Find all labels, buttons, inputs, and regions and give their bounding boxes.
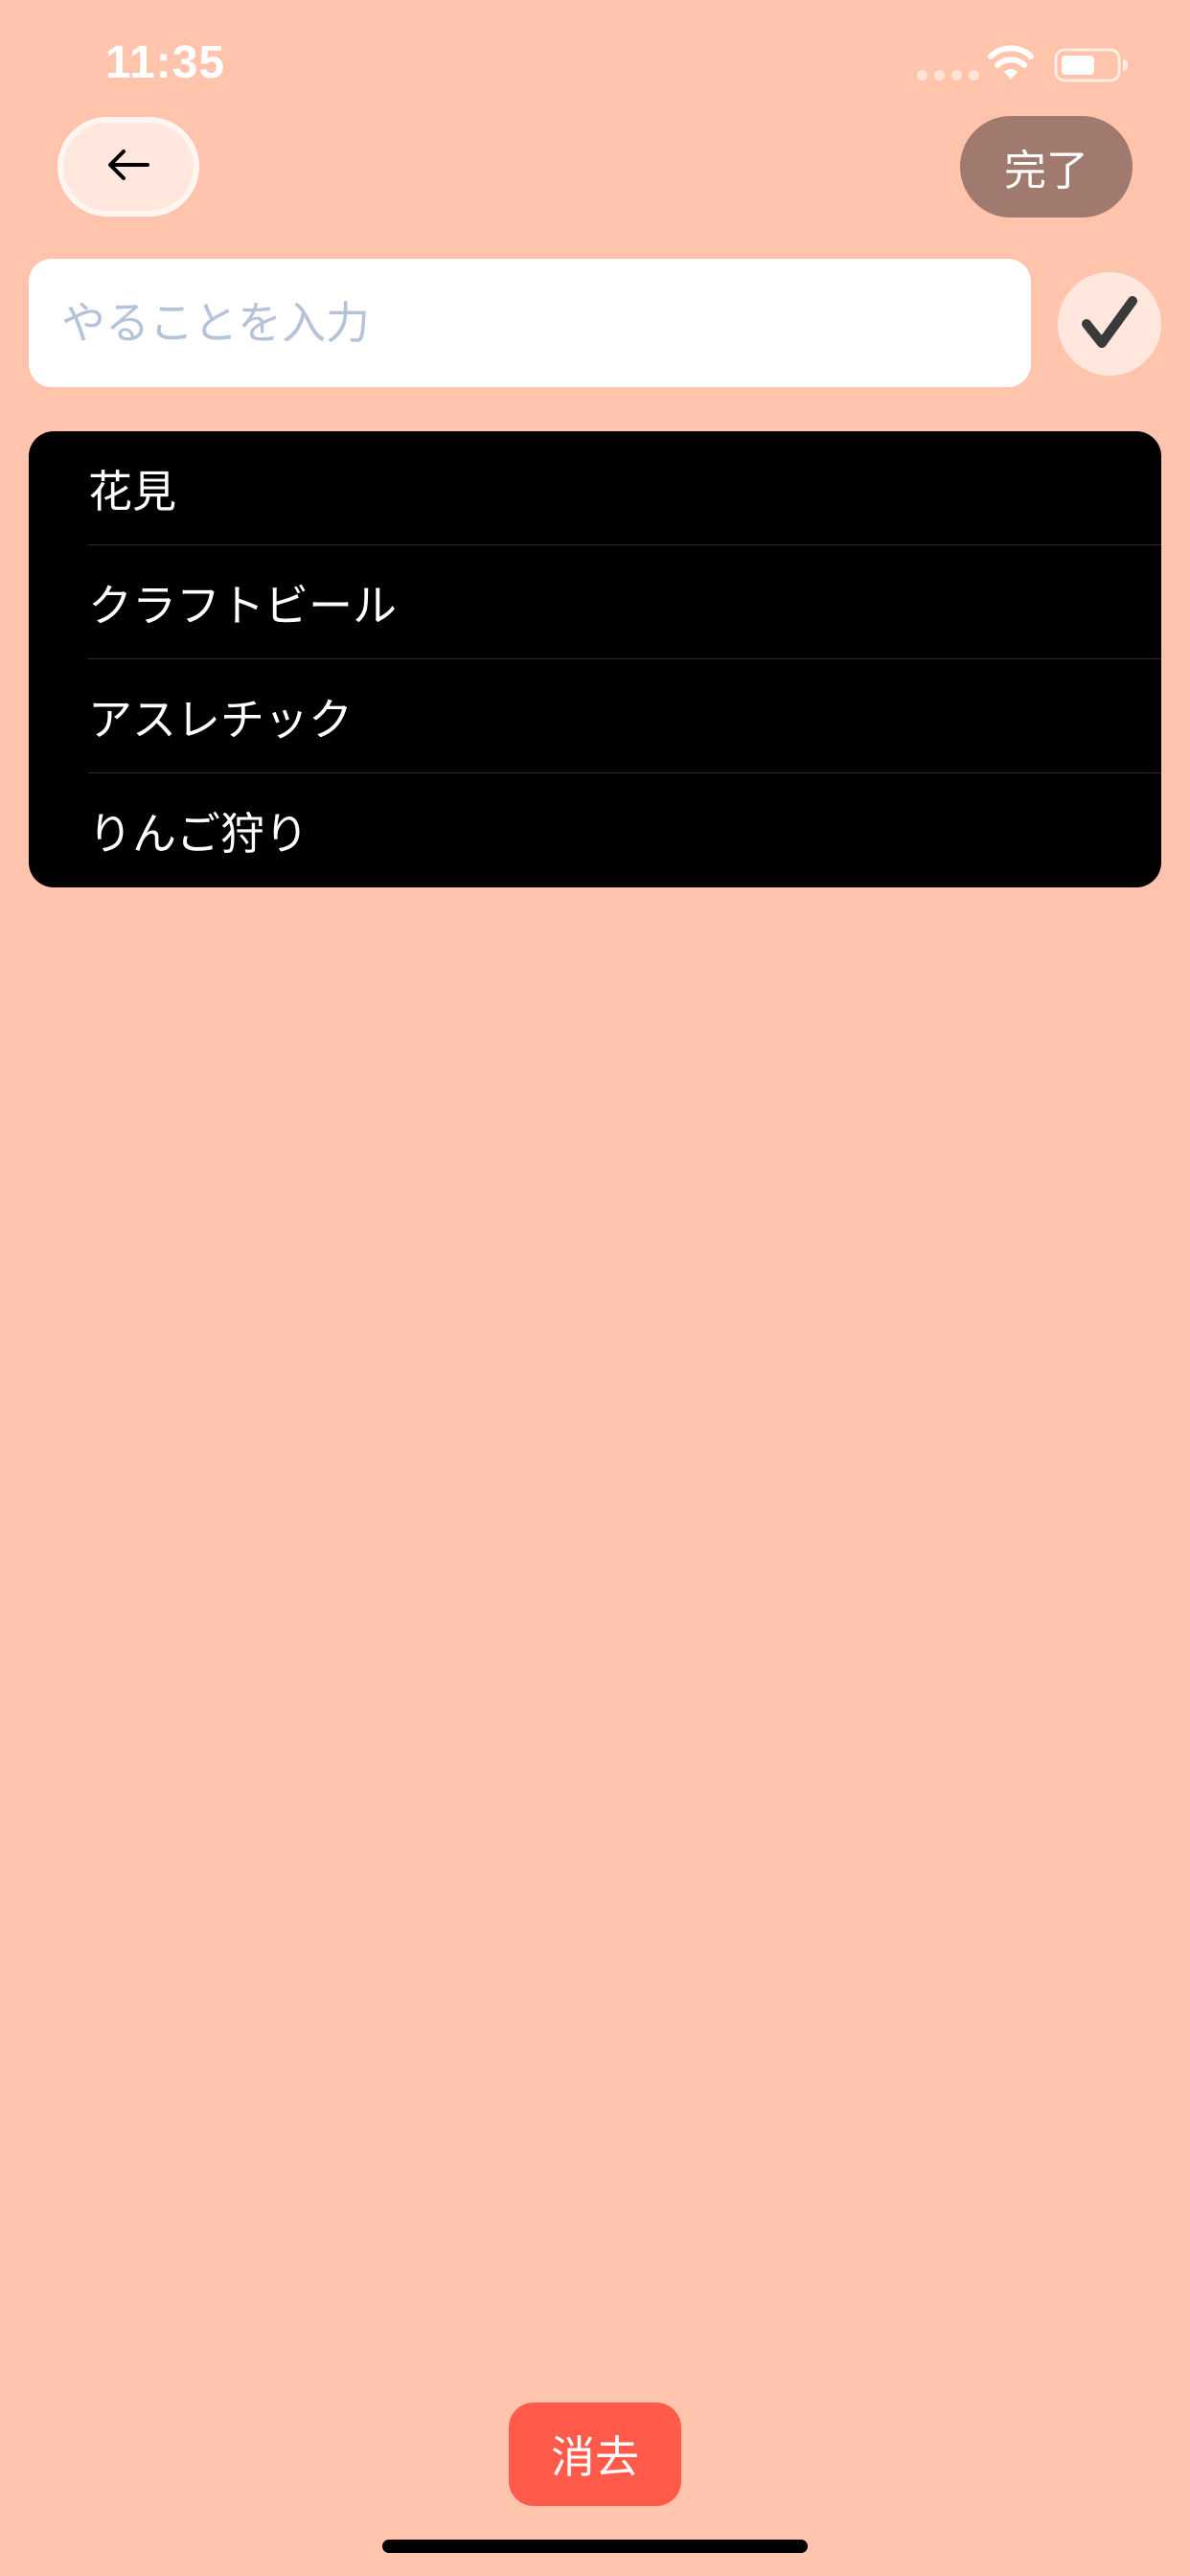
- cellular-signal-icon: [917, 70, 979, 80]
- delete-button[interactable]: 消去: [509, 2403, 681, 2506]
- list-item[interactable]: アスレチック: [29, 659, 1161, 773]
- list-item[interactable]: りんご狩り: [29, 773, 1161, 887]
- back-button[interactable]: [57, 117, 199, 217]
- home-indicator[interactable]: [382, 2540, 808, 2553]
- list-item[interactable]: クラフトビール: [29, 545, 1161, 659]
- arrow-left-icon: [107, 149, 149, 185]
- checkmark-icon: [1081, 295, 1138, 353]
- battery-icon: [1054, 48, 1131, 86]
- status-time: 11:35: [105, 37, 226, 88]
- confirm-button[interactable]: [1058, 272, 1161, 376]
- list-item[interactable]: 花見: [29, 431, 1161, 545]
- done-button[interactable]: 完了: [960, 116, 1133, 218]
- wifi-icon: [987, 44, 1035, 86]
- list-item-label: 花見: [88, 465, 176, 518]
- todo-input[interactable]: [29, 259, 1031, 387]
- list-item-label: りんご狩り: [88, 807, 309, 860]
- todo-list: 花見 クラフトビール アスレチック りんご狩り: [29, 431, 1161, 887]
- list-item-label: アスレチック: [88, 693, 353, 746]
- list-item-label: クラフトビール: [88, 579, 397, 632]
